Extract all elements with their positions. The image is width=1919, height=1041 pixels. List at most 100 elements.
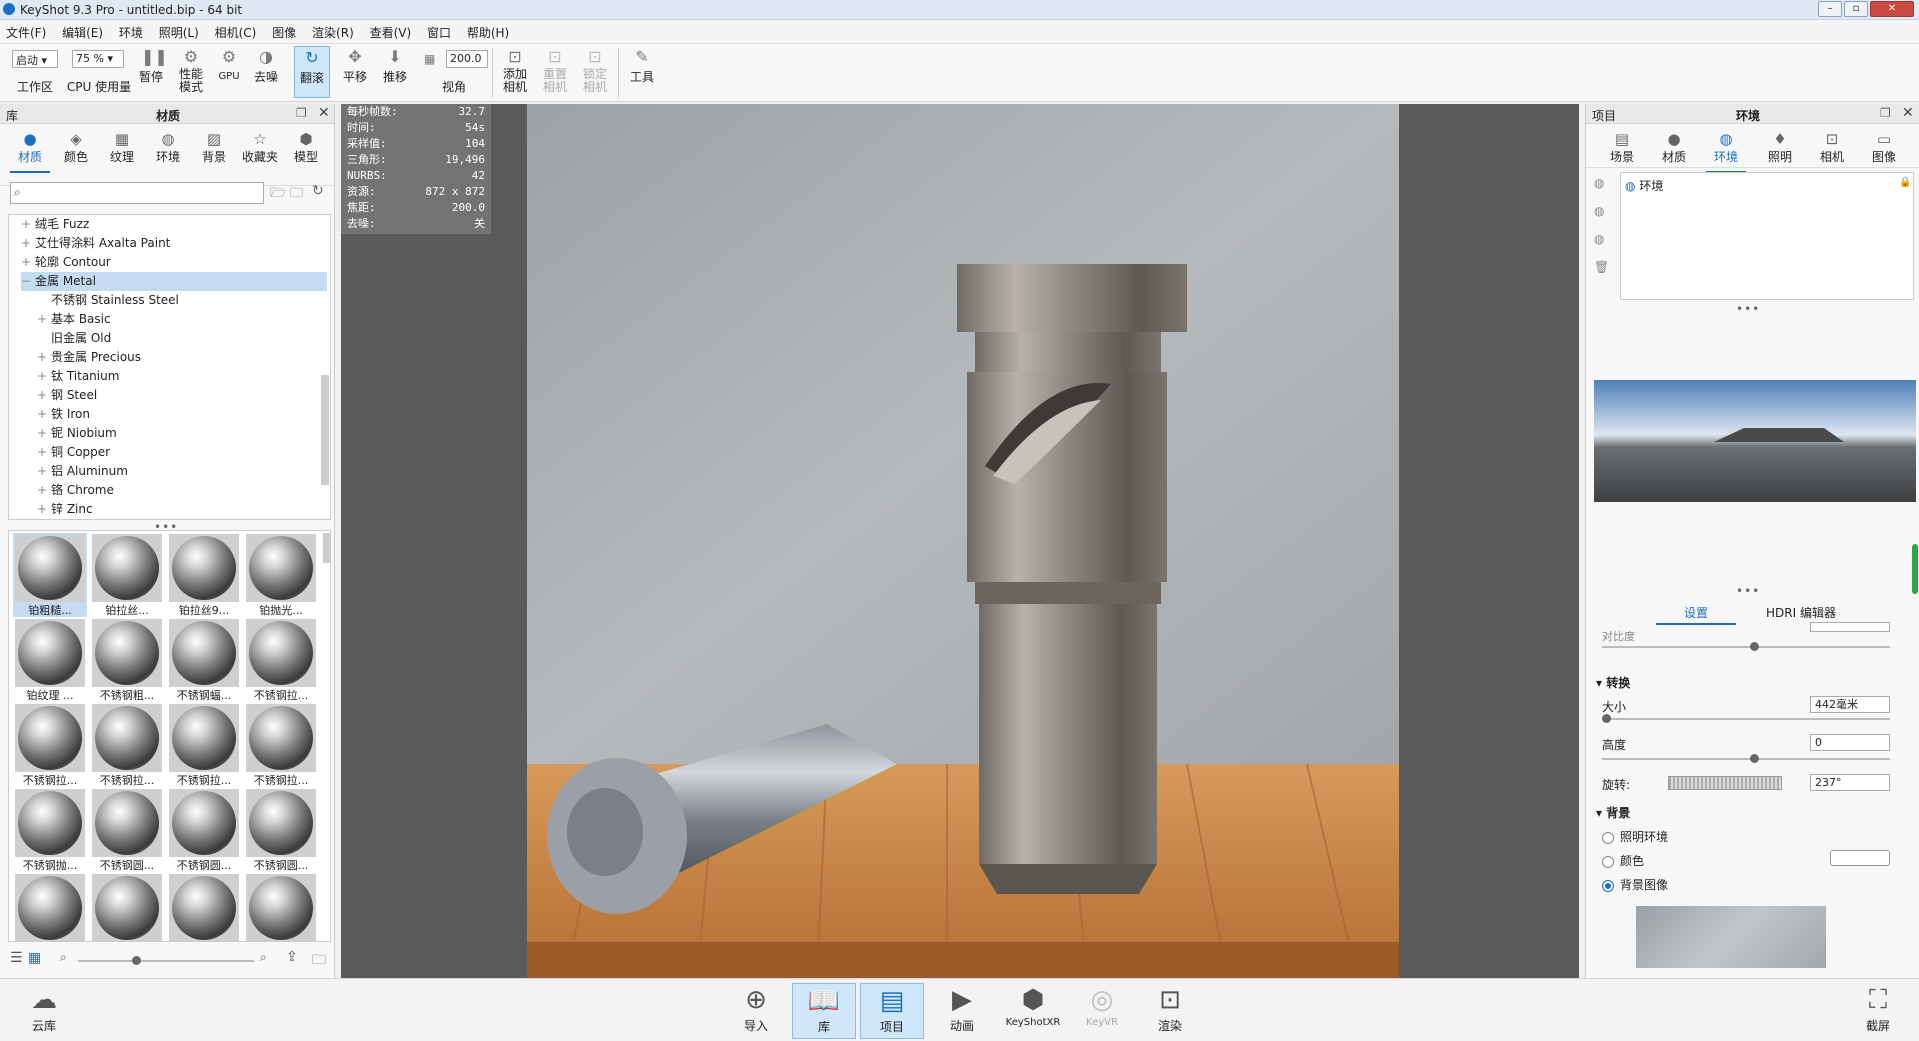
material-thumbnail[interactable]: 不锈钢圆... [90, 788, 164, 872]
tree-node[interactable]: 不锈钢 Stainless Steel [37, 291, 179, 310]
material-thumbnail[interactable]: 不锈钢圆... [244, 788, 318, 872]
cloud-library-button[interactable]: ☁ 云库 [12, 983, 76, 1039]
material-thumbnail[interactable]: 不锈钢蝠... [167, 618, 241, 702]
folder-open-icon[interactable]: 🗁 [270, 184, 286, 206]
menu-environment[interactable]: 环境 [113, 20, 149, 45]
material-thumbnail[interactable]: 不锈钢拉... [244, 618, 318, 702]
transform-section-header[interactable]: ▾ 转换 [1596, 674, 1630, 691]
minimize-button[interactable]: – [1818, 1, 1842, 17]
tab-material[interactable]: ● 材质 [1652, 130, 1696, 165]
splitter-handle[interactable]: ••• [1736, 584, 1760, 598]
close-panel-icon[interactable]: ✕ [318, 105, 330, 121]
menu-render[interactable]: 渲染(R) [306, 20, 360, 45]
menu-window[interactable]: 窗口 [421, 20, 457, 45]
cpu-usage-select[interactable]: 75 % ▾ [72, 50, 124, 68]
menu-edit[interactable]: 编辑(E) [56, 20, 109, 45]
tree-node[interactable]: + 贵金属 Precious [37, 348, 141, 367]
workspace-select[interactable]: 启动 ▾ [12, 50, 58, 68]
contrast-input[interactable] [1810, 622, 1890, 632]
refresh-icon[interactable]: ↻ [312, 183, 324, 199]
close-window-button[interactable]: ✕ [1870, 1, 1914, 17]
tab-textures[interactable]: ▦ 纹理 [100, 130, 144, 165]
tab-backplates[interactable]: ▨ 背景 [192, 130, 236, 165]
tree-node[interactable]: + 铁 Iron [37, 405, 90, 424]
material-thumbnail[interactable]: 不锈钢拉... [13, 703, 87, 787]
material-thumbnail[interactable] [13, 873, 87, 941]
bg-image-thumbnail[interactable] [1636, 906, 1826, 968]
lock-camera-button[interactable]: ⊡ 锁定相机 [578, 46, 612, 94]
tree-node[interactable]: + 钛 Titanium [37, 367, 119, 386]
bg-option-image[interactable]: 背景图像 [1602, 876, 1668, 893]
menu-image[interactable]: 图像 [266, 20, 302, 45]
material-thumbnail[interactable]: 铂粗糙... [13, 533, 87, 617]
upload-icon[interactable]: ⇪ [286, 949, 298, 965]
tree-node[interactable]: + 铜 Copper [37, 443, 110, 462]
denoise-button[interactable]: ◑ 去噪 [250, 46, 282, 85]
rotation-input[interactable]: 237° [1810, 774, 1890, 791]
menu-view[interactable]: 查看(V) [364, 20, 418, 45]
tab-materials[interactable]: ● 材质 [8, 130, 52, 173]
material-thumbnail[interactable]: 铂拉丝... [90, 533, 164, 617]
maximize-button[interactable]: ▫ [1844, 1, 1868, 17]
tab-environment[interactable]: ◍ 环境 [1704, 130, 1748, 173]
import-button[interactable]: ⊕ 导入 [724, 983, 788, 1039]
tab-camera[interactable]: ⊡ 相机 [1810, 130, 1854, 165]
tree-scrollbar[interactable] [321, 375, 329, 485]
material-thumbnail[interactable] [167, 873, 241, 941]
material-thumbnail[interactable]: 不锈钢拉... [167, 703, 241, 787]
tree-node[interactable]: 旧金属 Old [37, 329, 111, 348]
zoom-out-icon[interactable]: ⌕ [60, 950, 67, 965]
render-scene[interactable] [527, 104, 1399, 978]
tree-node[interactable]: + 铌 Niobium [37, 424, 117, 443]
undock-icon[interactable]: ❐ [1880, 106, 1891, 120]
slider-knob[interactable] [1750, 754, 1759, 763]
close-panel-icon[interactable]: ✕ [1902, 105, 1914, 121]
tumble-button[interactable]: ↻ 翻滚 [294, 46, 330, 98]
env-duplicate-icon[interactable]: ◍ [1594, 204, 1604, 218]
material-thumbnail[interactable]: 不锈钢圆... [167, 788, 241, 872]
grid-view-icon[interactable]: ▦ [28, 950, 41, 966]
reset-camera-button[interactable]: ⊡ 重置相机 [538, 46, 572, 94]
add-camera-button[interactable]: ⊡ 添加相机 [498, 46, 532, 94]
tab-scene[interactable]: ▤ 场景 [1600, 130, 1644, 165]
tree-node[interactable]: + 艾仕得涂料 Axalta Paint [21, 234, 170, 253]
tab-colors[interactable]: ◈ 颜色 [54, 130, 98, 165]
bg-option-color[interactable]: 颜色 [1602, 852, 1644, 869]
screenshot-button[interactable]: ⛶ 截屏 [1846, 983, 1910, 1039]
material-thumbnail[interactable]: 不锈钢抛... [13, 788, 87, 872]
material-thumbnail[interactable]: 铂拉丝9... [167, 533, 241, 617]
panel-scrollbar[interactable] [1912, 544, 1918, 594]
tree-node-selected[interactable]: − 金属 Metal [21, 272, 327, 291]
tab-image[interactable]: ▭ 图像 [1862, 130, 1906, 165]
tree-node[interactable]: + 基本 Basic [37, 310, 111, 329]
trash-icon[interactable]: 🗑 [1594, 260, 1609, 274]
env-edit-icon[interactable]: ◍ [1594, 232, 1604, 246]
tab-hdri-editor[interactable]: HDRI 编辑器 [1746, 604, 1856, 621]
tab-models[interactable]: ⬢ 模型 [284, 130, 328, 165]
tree-node[interactable]: + 轮廓 Contour [21, 253, 111, 272]
bg-option-lighting[interactable]: 照明环境 [1602, 828, 1668, 845]
folder-add-icon[interactable]: 🗀 [290, 184, 303, 206]
material-thumbnail[interactable]: 铂纹理 ... [13, 618, 87, 702]
render-button[interactable]: ⊡ 渲染 [1138, 983, 1202, 1039]
env-add-icon[interactable]: ◍ [1594, 176, 1604, 190]
fov-input[interactable]: 200.0 [446, 50, 488, 68]
list-view-icon[interactable]: ☰ [10, 950, 23, 966]
performance-mode-button[interactable]: ⚙ 性能模式 [174, 46, 208, 94]
tree-node[interactable]: + 铝 Aluminum [37, 462, 128, 481]
material-thumbnail[interactable] [90, 873, 164, 941]
project-button[interactable]: ▤ 项目 [860, 983, 924, 1039]
tree-node[interactable]: + 绒毛 Fuzz [21, 215, 89, 234]
tab-environments[interactable]: ◍ 环境 [146, 130, 190, 165]
bg-color-swatch[interactable] [1830, 850, 1890, 866]
thumbs-scrollbar[interactable] [323, 533, 330, 563]
menu-lighting[interactable]: 照明(L) [153, 20, 205, 45]
slider-knob[interactable] [132, 956, 141, 965]
height-input[interactable]: 0 [1810, 734, 1890, 751]
tree-node[interactable]: + 钢 Steel [37, 386, 97, 405]
undock-icon[interactable]: ❐ [296, 106, 307, 120]
material-thumbnail[interactable]: 不锈钢拉... [244, 703, 318, 787]
menu-file[interactable]: 文件(F) [0, 20, 52, 45]
library-search-input[interactable]: ⌕ [10, 182, 264, 204]
zoom-in-icon[interactable]: ⌕ [260, 950, 267, 965]
